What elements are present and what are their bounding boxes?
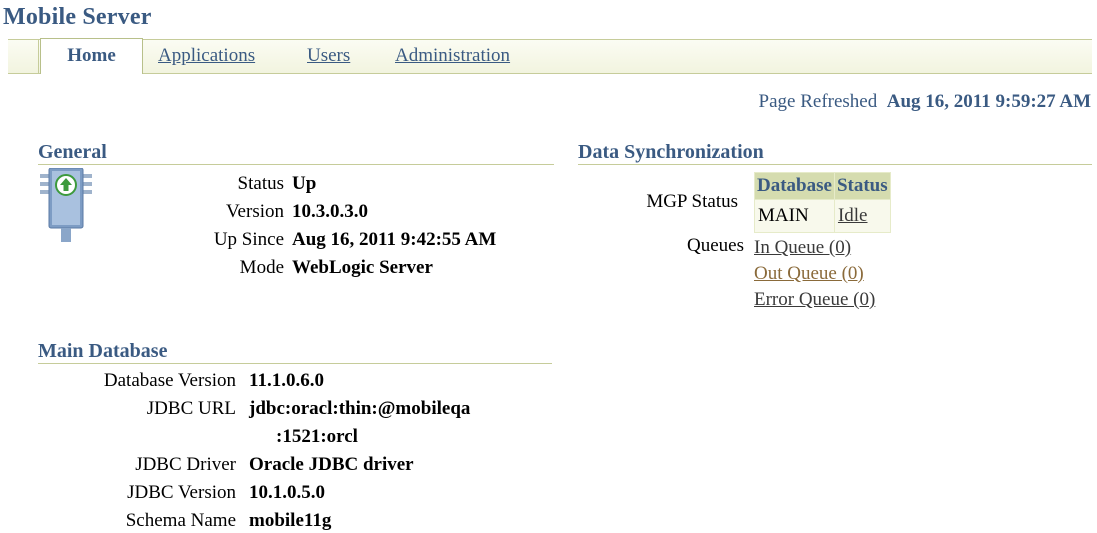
mgp-status-label: MGP Status	[646, 191, 738, 212]
version-label: Version	[225, 201, 284, 222]
mgp-status-cell: Idle	[833, 199, 891, 233]
mgp-status-idle-link[interactable]: Idle	[838, 205, 868, 226]
mgp-header-status: Status	[833, 172, 891, 200]
general-heading: General	[38, 140, 554, 165]
page-refreshed: Page Refreshed Aug 16, 2011 9:59:27 AM	[759, 91, 1091, 113]
version-value: 10.3.0.3.0	[292, 201, 368, 222]
jdbc-url-label: JDBC URL	[146, 398, 236, 419]
status-label: Status	[237, 173, 284, 194]
jdbc-driver-value: Oracle JDBC driver	[249, 454, 414, 475]
queues-list: In Queue (0) Out Queue (0) Error Queue (…	[754, 235, 875, 313]
tab-applications[interactable]: Applications	[158, 45, 255, 67]
up-since-label: Up Since	[213, 229, 284, 250]
page-refreshed-label: Page Refreshed	[758, 91, 878, 112]
jdbc-url-value-line1: jdbc:oracl:thin:@mobileqa	[249, 398, 471, 419]
mode-value: WebLogic Server	[292, 257, 433, 278]
jdbc-driver-label: JDBC Driver	[135, 454, 236, 475]
status-value: Up	[292, 173, 317, 194]
main-database-heading: Main Database	[38, 339, 552, 364]
queues-label: Queues	[687, 235, 744, 256]
data-sync-heading: Data Synchronization	[578, 140, 1092, 165]
tab-bar: Home Applications Users Administration	[8, 38, 1092, 74]
out-queue-link[interactable]: Out Queue (0)	[754, 263, 864, 284]
table-row: MAIN Idle	[754, 199, 891, 233]
tab-administration[interactable]: Administration	[395, 45, 510, 67]
tab-home[interactable]: Home	[40, 38, 143, 74]
jdbc-url-value-line2: :1521:orcl	[276, 426, 358, 447]
server-status-up-icon	[40, 168, 92, 242]
jdbc-version-label: JDBC Version	[127, 482, 236, 503]
error-queue-link[interactable]: Error Queue (0)	[754, 289, 875, 310]
page-refreshed-value: Aug 16, 2011 9:59:27 AM	[886, 91, 1091, 112]
jdbc-version-value: 10.1.0.5.0	[249, 482, 325, 503]
in-queue-link[interactable]: In Queue (0)	[754, 237, 851, 258]
schema-name-label: Schema Name	[125, 510, 236, 531]
mgp-database-cell: MAIN	[754, 199, 835, 233]
mode-label: Mode	[239, 257, 284, 278]
app-title: Mobile Server	[3, 4, 152, 30]
mgp-status-table: Database Status MAIN Idle	[754, 172, 891, 233]
up-since-value: Aug 16, 2011 9:42:55 AM	[292, 229, 497, 250]
mgp-header-database: Database	[754, 172, 835, 200]
tab-users[interactable]: Users	[307, 45, 350, 67]
db-version-value: 11.1.0.6.0	[249, 370, 324, 391]
db-version-label: Database Version	[103, 370, 236, 391]
schema-name-value: mobile11g	[249, 510, 332, 531]
tab-bar-cap	[8, 40, 39, 73]
